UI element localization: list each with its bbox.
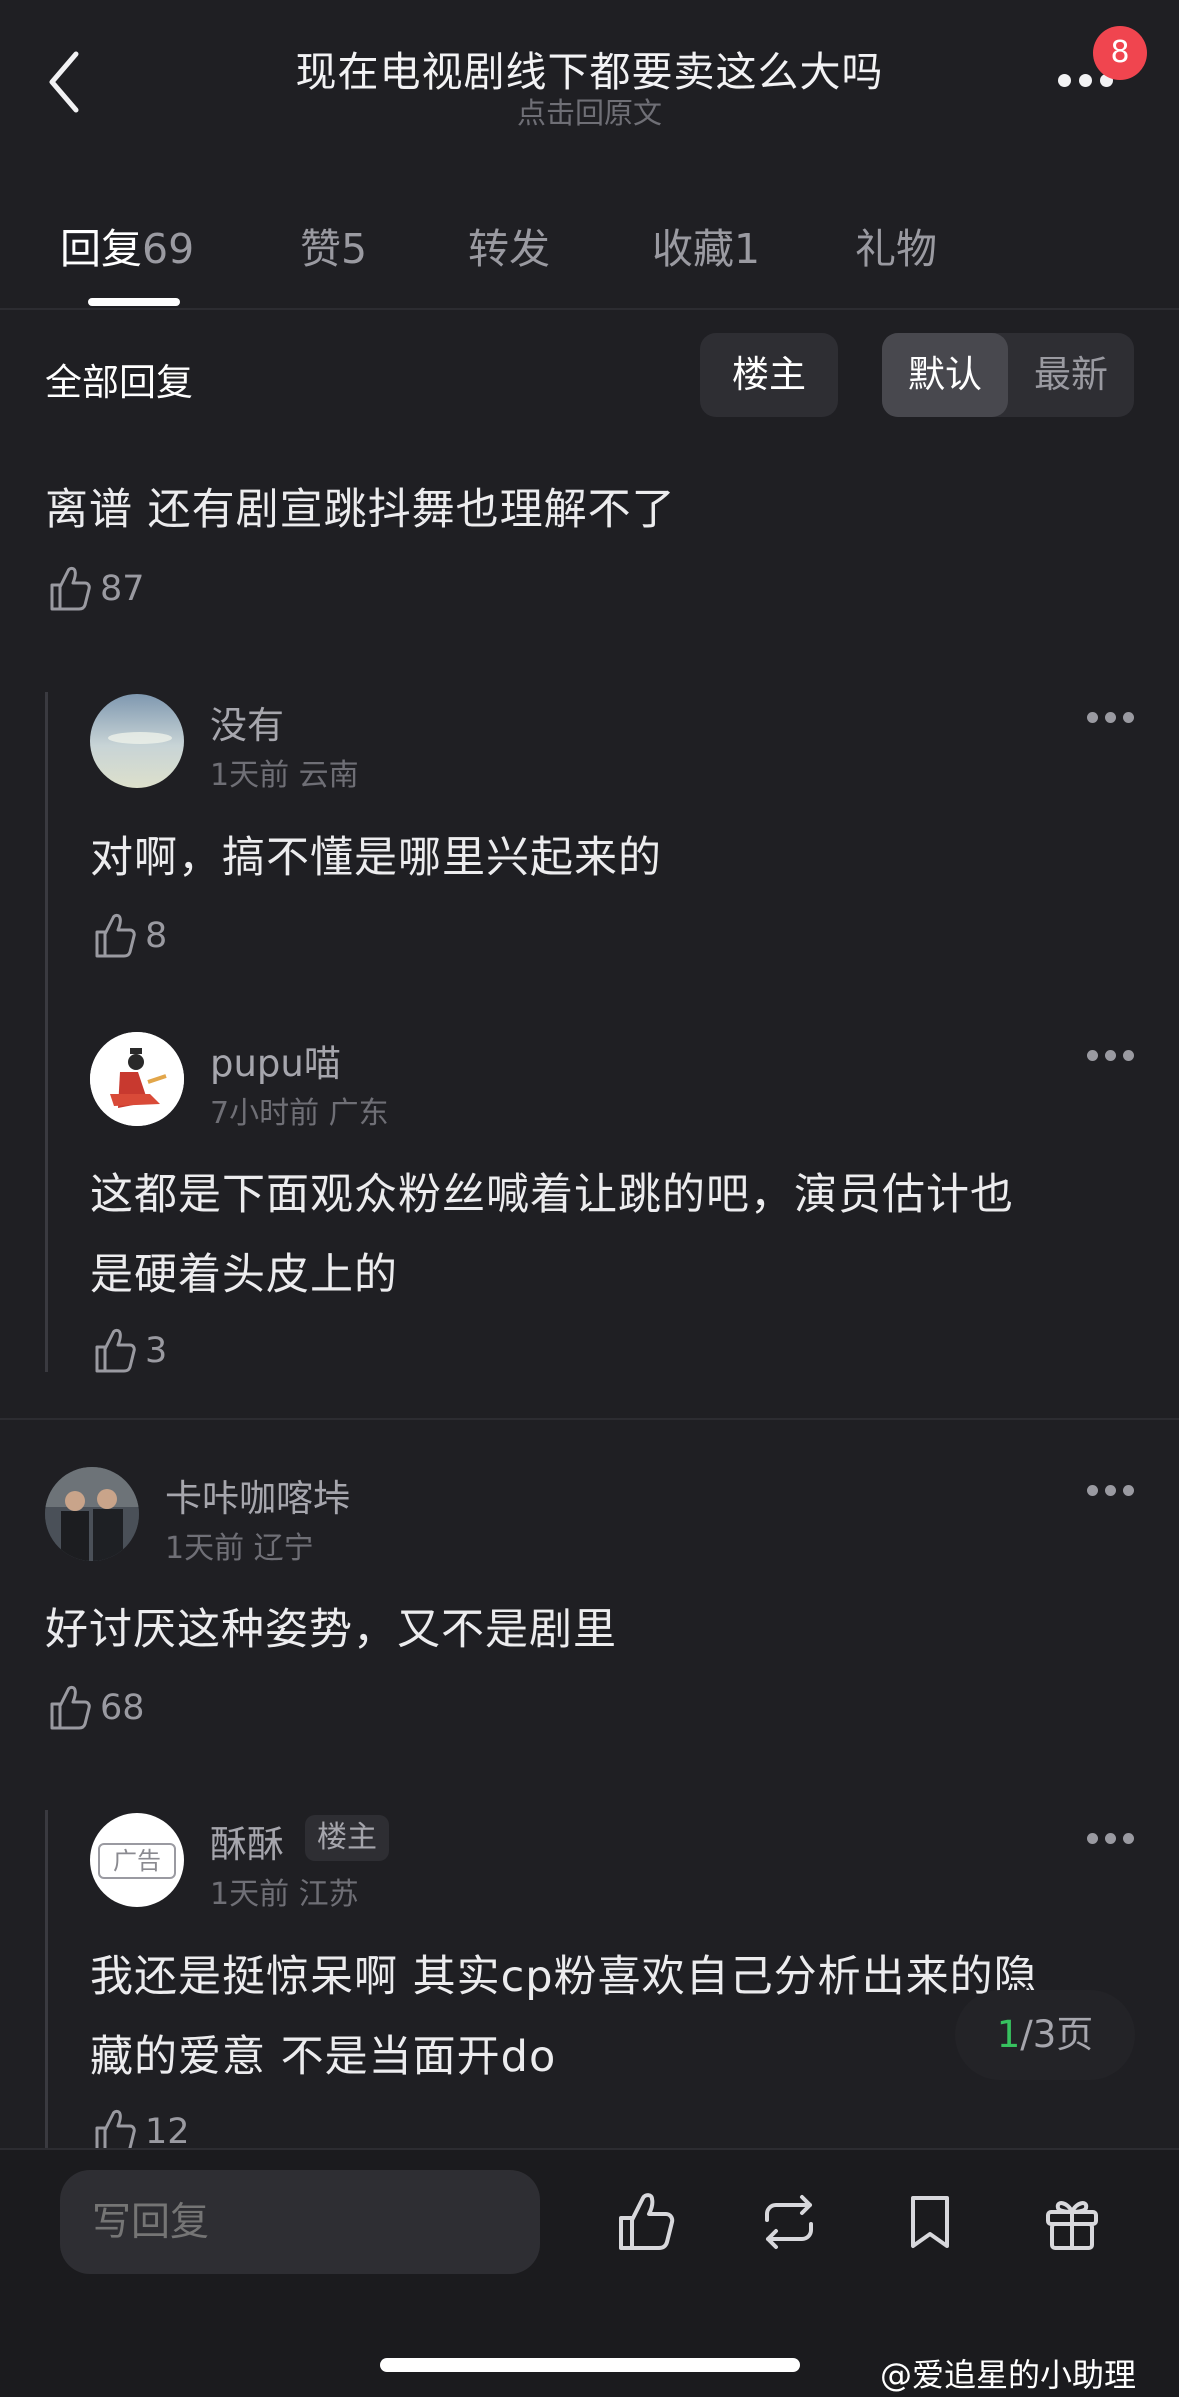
more-icon bbox=[1058, 74, 1071, 87]
like-count: 68 bbox=[100, 1688, 145, 1728]
reply-meta: 1天前 云南 bbox=[210, 758, 359, 793]
comment-text: 好讨厌这种姿势，又不是剧里 bbox=[45, 1605, 617, 1655]
reply-more-button[interactable] bbox=[1087, 712, 1135, 726]
home-indicator bbox=[380, 2358, 800, 2372]
thumbs-up-icon bbox=[95, 913, 136, 958]
photo-avatar-image bbox=[45, 1467, 139, 1561]
gift-button[interactable] bbox=[1040, 2190, 1104, 2254]
post-title[interactable]: 现在电视剧线下都要卖这么大吗 bbox=[0, 38, 1179, 98]
tab-gifts[interactable]: 礼物 bbox=[855, 215, 937, 275]
sort-latest-button[interactable]: 最新 bbox=[1008, 333, 1134, 417]
divider bbox=[0, 308, 1179, 310]
bookmark-button[interactable] bbox=[898, 2190, 962, 2254]
reply-text: 我还是挺惊呆啊 其实cp粉喜欢自己分析出来的隐 bbox=[90, 1952, 1038, 2002]
divider bbox=[0, 1418, 1179, 1420]
reply-text: 对啊，搞不懂是哪里兴起来的 bbox=[90, 833, 662, 883]
like-count: 12 bbox=[145, 2112, 190, 2152]
back-to-post-link[interactable]: 点击回原文 bbox=[0, 90, 1179, 132]
tab-reposts[interactable]: 转发 bbox=[468, 215, 550, 275]
like-post-button[interactable] bbox=[615, 2190, 679, 2254]
comment-text: 离谱 还有剧宣跳抖舞也理解不了 bbox=[45, 485, 676, 535]
reply-thread-line bbox=[45, 692, 48, 1372]
repost-icon bbox=[765, 2195, 813, 2249]
reply-thread-line bbox=[45, 1810, 48, 2148]
reply-input[interactable] bbox=[60, 2170, 540, 2274]
like-count: 87 bbox=[100, 569, 145, 609]
comment-more-button[interactable] bbox=[1087, 1485, 1135, 1499]
active-tab-indicator bbox=[88, 298, 180, 306]
page-indicator[interactable]: 1/3页 bbox=[955, 1990, 1135, 2080]
reply-meta: 1天前 江苏 bbox=[210, 1877, 359, 1912]
comment-meta: 1天前 辽宁 bbox=[165, 1531, 314, 1566]
owner-only-button[interactable]: 楼主 bbox=[700, 333, 838, 417]
sky-avatar-image bbox=[90, 694, 184, 788]
avatar[interactable] bbox=[90, 1032, 184, 1126]
like-count: 3 bbox=[145, 1331, 168, 1371]
username[interactable]: 酥酥 bbox=[210, 1814, 284, 1868]
owner-badge: 楼主 bbox=[305, 1815, 389, 1861]
username[interactable]: pupu喵 bbox=[210, 1033, 341, 1087]
username[interactable]: 没有 bbox=[210, 695, 284, 749]
thumbs-up-icon bbox=[619, 2193, 675, 2250]
more-icon bbox=[1087, 1050, 1098, 1061]
tab-likes[interactable]: 赞5 bbox=[300, 215, 367, 275]
more-icon bbox=[1087, 712, 1098, 723]
more-icon bbox=[1087, 1485, 1098, 1496]
username[interactable]: 卡咔咖喀垰 bbox=[165, 1468, 350, 1522]
reply-meta: 7小时前 广东 bbox=[210, 1096, 389, 1131]
gift-icon bbox=[1046, 2201, 1098, 2250]
like-count: 8 bbox=[145, 916, 168, 956]
watermark: @爱追星的小助理 bbox=[880, 2356, 1137, 2394]
repost-button[interactable] bbox=[757, 2190, 821, 2254]
tab-favorites[interactable]: 收藏1 bbox=[652, 215, 760, 275]
sort-default-button[interactable]: 默认 bbox=[882, 333, 1008, 417]
avatar[interactable] bbox=[90, 694, 184, 788]
avatar[interactable]: 广告 bbox=[90, 1813, 184, 1907]
thumbs-up-icon bbox=[50, 1685, 91, 1730]
reply-text: 藏的爱意 不是当面开do bbox=[90, 2032, 557, 2082]
thumbs-up-icon bbox=[50, 566, 91, 611]
tab-replies[interactable]: 回复69 bbox=[60, 215, 194, 275]
ad-avatar-label: 广告 bbox=[98, 1843, 176, 1879]
reply-text: 是硬着头皮上的 bbox=[90, 1250, 398, 1300]
reply-text: 这都是下面观众粉丝喊着让跳的吧，演员估计也 bbox=[90, 1170, 1014, 1220]
reply-more-button[interactable] bbox=[1087, 1050, 1135, 1064]
avatar[interactable] bbox=[45, 1467, 139, 1561]
more-icon bbox=[1087, 1833, 1098, 1844]
thumbs-up-icon bbox=[95, 1328, 136, 1373]
all-replies-heading: 全部回复 bbox=[45, 361, 193, 404]
bookmark-icon bbox=[911, 2196, 949, 2248]
notification-badge: 8 bbox=[1093, 26, 1147, 80]
figure-avatar-image bbox=[90, 1032, 184, 1126]
reply-more-button[interactable] bbox=[1087, 1833, 1135, 1847]
